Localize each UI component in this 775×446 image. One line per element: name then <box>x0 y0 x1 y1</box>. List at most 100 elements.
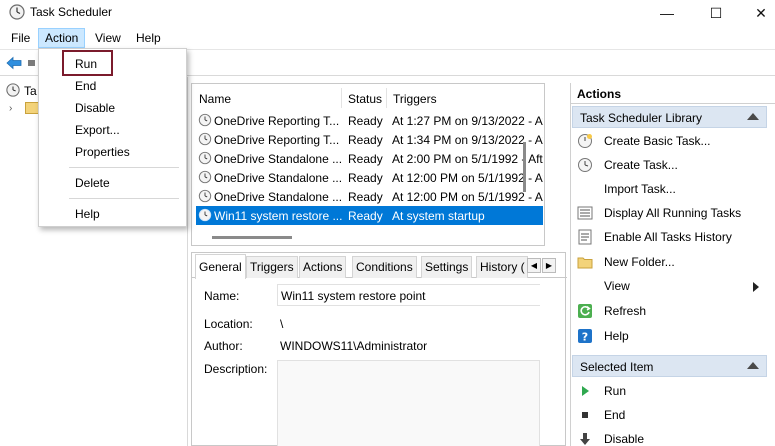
close-button[interactable]: ✕ <box>738 0 775 26</box>
tab-scroll-left-icon[interactable]: ◀ <box>527 258 541 273</box>
menu-item-delete[interactable]: Delete <box>75 176 110 190</box>
submenu-arrow-icon <box>753 282 759 292</box>
action-label: Disable <box>604 432 645 446</box>
back-arrow-icon[interactable] <box>6 56 22 70</box>
action-help[interactable]: ? Help <box>577 326 767 346</box>
menu-bar: File Action View Help <box>0 26 775 49</box>
create-task-icon <box>578 158 592 172</box>
menu-file[interactable]: File <box>5 28 36 48</box>
menu-item-run[interactable]: Run <box>75 57 97 71</box>
tab-actions[interactable]: Actions <box>299 256 347 278</box>
collapse-arrow-icon[interactable] <box>747 113 759 120</box>
task-clock-icon <box>198 113 212 127</box>
action-refresh[interactable]: Refresh <box>577 301 767 321</box>
task-status: Ready <box>348 152 383 166</box>
chevron-right-icon[interactable]: › <box>9 103 12 114</box>
description-field[interactable] <box>277 360 540 446</box>
location-label: Location: <box>204 317 253 331</box>
action-create-task[interactable]: Create Task... <box>577 155 767 175</box>
section-header-label: Task Scheduler Library <box>580 111 703 125</box>
table-row[interactable]: OneDrive Reporting T... Ready At 1:27 PM… <box>196 111 543 130</box>
action-view[interactable]: View <box>577 276 767 296</box>
menu-view[interactable]: View <box>89 28 127 48</box>
task-clock-icon <box>198 132 212 146</box>
table-row-selected[interactable]: Win11 system restore ... Ready At system… <box>196 206 543 225</box>
action-enable-tasks-history[interactable]: Enable All Tasks History <box>577 227 767 247</box>
task-trigger: At 2:00 PM on 5/1/1992 - Aft <box>392 152 543 166</box>
tab-history[interactable]: History ( <box>476 256 528 278</box>
task-name: OneDrive Standalone ... <box>214 152 343 166</box>
action-run[interactable]: Run <box>577 381 767 401</box>
tab-general[interactable]: General <box>195 254 246 279</box>
column-divider[interactable] <box>386 88 387 108</box>
action-label: View <box>604 279 630 293</box>
action-label: Refresh <box>604 304 647 318</box>
author-label: Author: <box>204 339 243 353</box>
task-trigger: At 12:00 PM on 5/1/1992 - Af <box>392 190 543 204</box>
task-trigger: At 1:34 PM on 9/13/2022 - Aft <box>392 133 543 147</box>
task-name: OneDrive Reporting T... <box>214 114 340 128</box>
task-list: Name Status Triggers OneDrive Reporting … <box>191 83 545 246</box>
task-name: Win11 system restore ... <box>214 209 343 223</box>
action-import-task[interactable]: Import Task... <box>577 179 767 199</box>
menu-action[interactable]: Action <box>38 28 86 48</box>
help-icon: ? <box>578 329 592 344</box>
details-tabs: General Triggers Actions Conditions Sett… <box>192 253 567 279</box>
action-disable[interactable]: Disable <box>577 429 767 446</box>
toolbar-item-icon[interactable] <box>28 60 35 66</box>
vertical-scrollbar[interactable] <box>523 142 526 192</box>
refresh-icon <box>578 304 592 318</box>
action-label: Help <box>604 329 629 343</box>
action-create-basic-task[interactable]: Create Basic Task... <box>577 131 767 151</box>
disable-icon <box>580 433 590 445</box>
task-scheduler-clock-icon <box>9 4 25 20</box>
task-scheduler-library-header[interactable]: Task Scheduler Library <box>572 106 767 128</box>
minimize-button[interactable]: — <box>644 0 690 26</box>
table-row[interactable]: OneDrive Standalone ... Ready At 12:00 P… <box>196 168 543 187</box>
column-header-name[interactable]: Name <box>199 92 231 106</box>
task-trigger: At 1:27 PM on 9/13/2022 - Aft <box>392 114 543 128</box>
task-clock-icon <box>198 151 212 165</box>
task-status: Ready <box>348 114 383 128</box>
menu-item-disable[interactable]: Disable <box>75 101 115 115</box>
folder-icon[interactable] <box>25 102 39 114</box>
run-icon <box>582 386 589 396</box>
maximize-button[interactable]: ☐ <box>693 0 739 26</box>
tab-scroll-right-icon[interactable]: ▶ <box>542 258 556 273</box>
column-header-triggers[interactable]: Triggers <box>393 92 437 106</box>
tab-conditions[interactable]: Conditions <box>352 256 417 278</box>
action-new-folder[interactable]: New Folder... <box>577 252 767 272</box>
task-status: Ready <box>348 171 383 185</box>
location-value: \ <box>280 317 284 331</box>
menu-item-export[interactable]: Export... <box>75 123 120 137</box>
action-display-running-tasks[interactable]: Display All Running Tasks <box>577 203 767 223</box>
task-name: OneDrive Reporting T... <box>214 133 340 147</box>
horizontal-scrollbar[interactable] <box>212 236 292 239</box>
action-label: End <box>604 408 626 422</box>
menu-item-properties[interactable]: Properties <box>75 145 130 159</box>
selected-item-header[interactable]: Selected Item <box>572 355 767 377</box>
actions-pane-title: Actions <box>571 83 775 104</box>
table-row[interactable]: OneDrive Standalone ... Ready At 12:00 P… <box>196 187 543 206</box>
menu-item-end[interactable]: End <box>75 79 96 93</box>
actions-pane: Actions Task Scheduler Library Create Ba… <box>570 83 775 446</box>
task-name-value: Win11 system restore point <box>281 289 426 303</box>
table-row[interactable]: OneDrive Standalone ... Ready At 2:00 PM… <box>196 149 543 168</box>
column-divider[interactable] <box>341 88 342 108</box>
tab-triggers[interactable]: Triggers <box>246 256 298 278</box>
menu-item-help[interactable]: Help <box>75 207 100 221</box>
task-status: Ready <box>348 209 383 223</box>
menu-help[interactable]: Help <box>130 28 167 48</box>
task-clock-icon <box>198 208 212 222</box>
action-label: Enable All Tasks History <box>604 230 732 244</box>
task-name-field[interactable]: Win11 system restore point <box>277 284 540 306</box>
tree-root-label[interactable]: Ta <box>24 84 37 98</box>
collapse-arrow-icon[interactable] <box>747 362 759 369</box>
section-header-label: Selected Item <box>580 360 654 374</box>
tab-settings[interactable]: Settings <box>421 256 473 278</box>
table-row[interactable]: OneDrive Reporting T... Ready At 1:34 PM… <box>196 130 543 149</box>
title-bar: Task Scheduler — ☐ ✕ <box>0 0 775 26</box>
action-end[interactable]: End <box>577 405 767 425</box>
task-clock-icon <box>198 170 212 184</box>
column-header-status[interactable]: Status <box>348 92 382 106</box>
